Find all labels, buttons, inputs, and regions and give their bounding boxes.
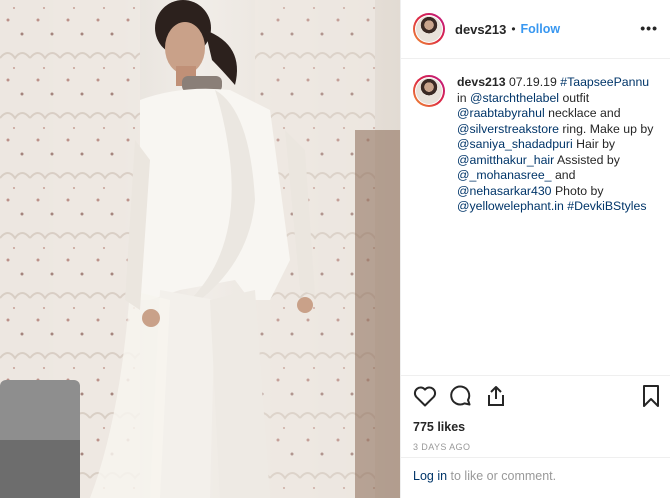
avatar[interactable] [413, 13, 445, 45]
caption-fragment: and [551, 168, 576, 182]
caption-fragment: Photo by [551, 183, 604, 198]
caption-fragment: Assisted by [554, 152, 620, 167]
caption-fragment: 07.19.19 [505, 75, 561, 89]
post-header: devs213 • Follow ••• [401, 0, 670, 59]
caption-avatar-border [415, 77, 443, 105]
avatar-image [416, 16, 442, 42]
login-link[interactable]: Log in [413, 469, 447, 483]
caption-body: 07.19.19 #TaapseePannu in @starchthelabe… [457, 75, 653, 213]
caption-username[interactable]: devs213 [457, 75, 506, 89]
actions-bar: 775 likes 3 DAYS AGO [401, 375, 670, 452]
caption-avatar-image [416, 78, 442, 104]
mention-link[interactable]: @starchthelabel [470, 91, 559, 105]
login-prompt-text: to like or comment. [447, 469, 557, 483]
caption-fragment: ring. Make up by [559, 121, 654, 136]
login-prompt: Log in to like or comment. [401, 457, 670, 494]
avatar-border [415, 15, 443, 43]
separator-dot: • [511, 22, 516, 36]
caption-fragment: Hair by [572, 137, 616, 151]
mention-link[interactable]: @silverstreakstore [457, 122, 559, 136]
post-photo[interactable] [0, 0, 400, 498]
likes-count[interactable]: 775 likes [413, 420, 658, 434]
post-photo-illustration [0, 0, 400, 498]
heart-icon[interactable] [413, 385, 437, 412]
more-options-icon[interactable]: ••• [640, 20, 658, 36]
caption: devs213 07.19.19 #TaapseePannu in @starc… [401, 59, 670, 215]
post-timestamp[interactable]: 3 DAYS AGO [413, 442, 658, 452]
bookmark-icon[interactable] [642, 384, 660, 413]
mention-link[interactable]: @raabtabyrahul [457, 106, 545, 120]
caption-fragment: in [457, 90, 470, 105]
caption-fragment: necklace and [544, 106, 621, 120]
caption-avatar[interactable] [413, 75, 445, 107]
caption-text: devs213 07.19.19 #TaapseePannu in @starc… [457, 75, 658, 215]
hashtag-link[interactable]: #TaapseePannu [560, 75, 649, 89]
post-side-panel: devs213 • Follow ••• devs213 07.19.19 #T… [400, 0, 670, 498]
mention-link[interactable]: @nehasarkar430 [457, 184, 552, 198]
header-username[interactable]: devs213 [455, 22, 506, 37]
mention-link[interactable]: @_mohanasree_ [457, 168, 552, 182]
share-icon[interactable] [485, 384, 507, 413]
mention-link[interactable]: @yellowelephant.in [457, 199, 564, 213]
mention-link[interactable]: @amitthakur_hair [457, 153, 554, 167]
mention-link[interactable]: @saniya_shadadpuri [457, 137, 573, 151]
hashtag-link[interactable]: #DevkiBStyles [567, 199, 646, 213]
action-icons [413, 384, 660, 413]
comment-icon[interactable] [449, 384, 473, 413]
instagram-post: devs213 • Follow ••• devs213 07.19.19 #T… [0, 0, 670, 498]
caption-fragment: outfit [559, 90, 590, 105]
follow-button[interactable]: Follow [521, 22, 561, 36]
